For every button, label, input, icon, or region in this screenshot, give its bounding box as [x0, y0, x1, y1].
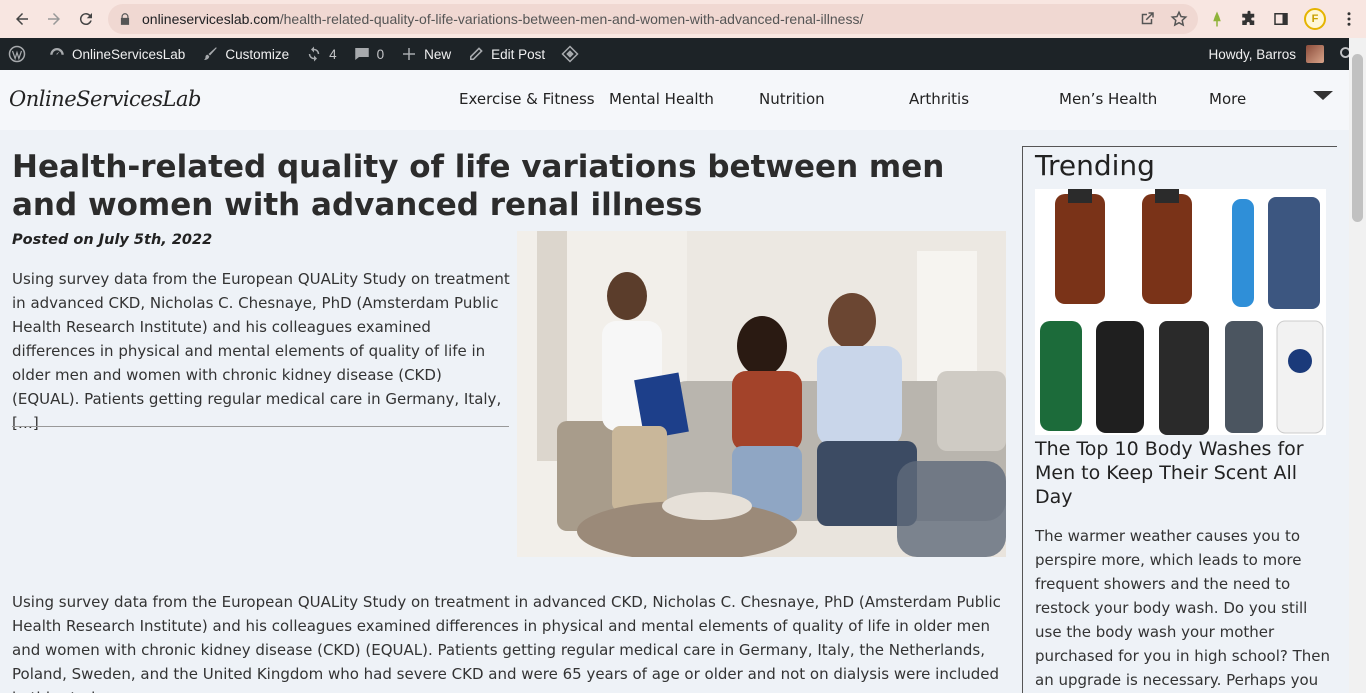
article-body: Using survey data from the European QUAL…: [12, 593, 1001, 693]
brush-icon: [204, 47, 218, 60]
post-date: Posted on July 5th, 2022: [12, 232, 213, 248]
arrow-left-icon: [16, 13, 28, 25]
wordpress-icon: [8, 45, 26, 63]
new-content-menu[interactable]: New: [392, 38, 459, 70]
menu-item-nutrition[interactable]: Nutrition: [759, 90, 825, 108]
edit-post-link[interactable]: Edit Post: [459, 38, 553, 70]
wp-admin-bar: OnlineServicesLab Customize 4 0 New Edit…: [0, 38, 1366, 70]
profile-avatar[interactable]: F: [1304, 8, 1326, 30]
share-icon[interactable]: [1138, 10, 1156, 28]
plus-icon: [403, 48, 416, 60]
updates-count: 4: [329, 46, 337, 62]
url-text: onlineserviceslab.com/health-related-qua…: [142, 11, 863, 27]
comment-icon: [354, 48, 369, 60]
menu-item-mens-health[interactable]: Men’s Health: [1059, 90, 1157, 108]
new-label: New: [424, 46, 452, 62]
plugin-menu[interactable]: [553, 38, 587, 70]
site-name-menu[interactable]: OnlineServicesLab: [40, 38, 193, 70]
updates-link[interactable]: 4: [297, 38, 345, 70]
url-path: /health-related-quality-of-life-variatio…: [279, 11, 864, 27]
trending-title: Trending: [1035, 149, 1155, 182]
url-domain: onlineserviceslab.com: [142, 11, 280, 27]
edit-post-label: Edit Post: [491, 46, 546, 62]
extension-pin-icon[interactable]: [1208, 10, 1226, 28]
browser-toolbar: onlineserviceslab.com/health-related-qua…: [0, 0, 1366, 38]
menu-item-mental-health[interactable]: Mental Health: [609, 90, 714, 108]
back-button[interactable]: [6, 3, 38, 35]
site-logo[interactable]: OnlineServicesLab: [9, 87, 201, 111]
side-panel-icon[interactable]: [1272, 10, 1290, 28]
address-bar[interactable]: onlineserviceslab.com/health-related-qua…: [108, 4, 1198, 34]
customize-link[interactable]: Customize: [193, 38, 297, 70]
updates-icon: [308, 46, 320, 62]
forward-button[interactable]: [38, 3, 70, 35]
menu-item-arthritis[interactable]: Arthritis: [909, 90, 969, 108]
user-avatar[interactable]: [1306, 45, 1324, 63]
trending-sidebar: Trending The Top 10 Body Washes for Men …: [1022, 146, 1337, 693]
reload-button[interactable]: [70, 3, 102, 35]
site-header: OnlineServicesLab Exercise & Fitness Men…: [0, 70, 1366, 130]
wp-logo-menu[interactable]: [0, 38, 34, 70]
customize-label: Customize: [225, 46, 290, 62]
menu-item-exercise-fitness[interactable]: Exercise & Fitness: [459, 90, 595, 108]
article-hero-image: [517, 231, 1006, 557]
bookmark-star-icon[interactable]: [1170, 10, 1188, 28]
lock-icon: [120, 13, 130, 25]
howdy-user-menu[interactable]: Howdy, Barros: [1208, 47, 1296, 62]
comments-link[interactable]: 0: [345, 38, 393, 70]
trending-image[interactable]: [1035, 189, 1326, 435]
site-name-label: OnlineServicesLab: [72, 46, 186, 62]
pencil-icon: [470, 47, 483, 60]
kebab-menu-icon[interactable]: [1340, 10, 1358, 28]
menu-item-more[interactable]: More: [1209, 90, 1246, 108]
page-scrollbar[interactable]: [1349, 38, 1366, 693]
article-excerpt: Using survey data from the European QUAL…: [12, 270, 510, 432]
diamond-icon: [561, 45, 579, 63]
scrollbar-thumb[interactable]: [1352, 54, 1363, 222]
trending-excerpt: The warmer weather causes you to perspir…: [1035, 527, 1331, 689]
article-title: Health-related quality of life variation…: [12, 149, 945, 223]
arrow-right-icon: [48, 13, 60, 25]
comments-count: 0: [376, 46, 385, 62]
dashboard-icon: [50, 48, 64, 55]
reload-icon: [79, 13, 92, 26]
menu-toggle-icon[interactable]: [1313, 91, 1333, 100]
trending-headline[interactable]: The Top 10 Body Washes for Men to Keep T…: [1035, 437, 1325, 509]
puzzle-icon[interactable]: [1240, 10, 1258, 28]
excerpt-divider: [12, 426, 509, 427]
